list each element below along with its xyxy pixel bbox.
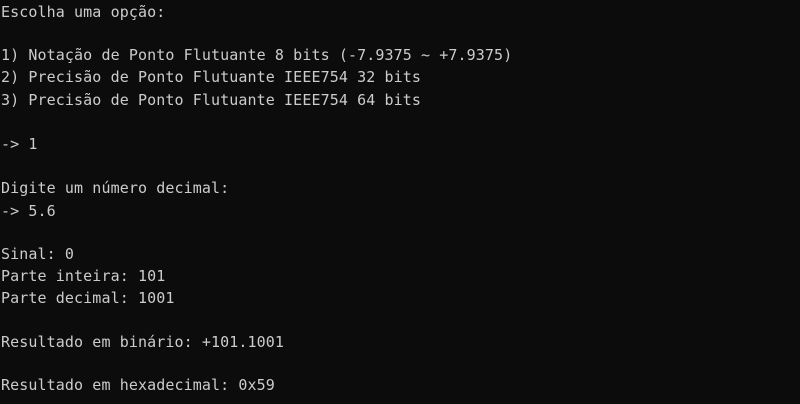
sign-line: Sinal: 0 bbox=[1, 245, 75, 263]
decimal-part-line: Parte decimal: 1001 bbox=[1, 289, 175, 307]
option-input-line: -> 1 bbox=[1, 135, 38, 153]
option-line-3: 3) Precisão de Ponto Flutuante IEEE754 6… bbox=[1, 91, 422, 109]
decimal-prompt: Digite um número decimal: bbox=[1, 179, 230, 197]
binary-result-line: Resultado em binário: +101.1001 bbox=[1, 333, 285, 351]
option-line-1: 1) Notação de Ponto Flutuante 8 bits (-7… bbox=[1, 46, 513, 64]
integer-part-line: Parte inteira: 101 bbox=[1, 267, 166, 285]
decimal-input-line: -> 5.6 bbox=[1, 202, 56, 220]
menu-prompt: Escolha uma opção: bbox=[1, 3, 166, 21]
hex-result-line: Resultado em hexadecimal: 0x59 bbox=[1, 376, 275, 394]
console-window[interactable]: Escolha uma opção: 1) Notação de Ponto F… bbox=[0, 0, 800, 404]
option-line-2: 2) Precisão de Ponto Flutuante IEEE754 3… bbox=[1, 68, 422, 86]
